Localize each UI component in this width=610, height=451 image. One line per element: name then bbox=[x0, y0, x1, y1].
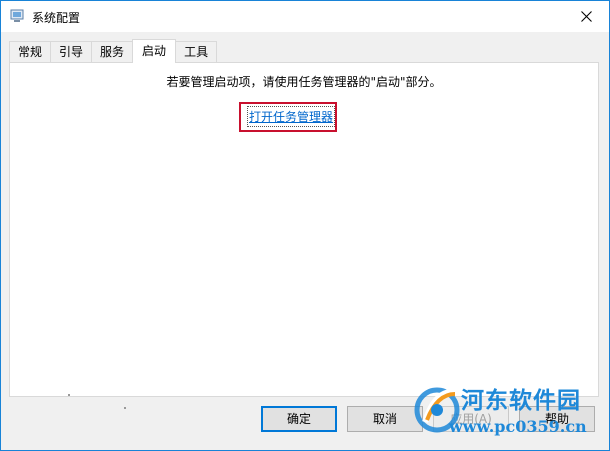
tab-strip: 常规 引导 服务 启动 工具 bbox=[9, 39, 218, 63]
tab-general[interactable]: 常规 bbox=[9, 41, 52, 62]
watermark: 河东软件园 www.pc0359.cn bbox=[409, 378, 609, 450]
artifact-dot bbox=[68, 394, 70, 396]
tab-startup[interactable]: 启动 bbox=[132, 39, 177, 63]
title-bar[interactable]: 系统配置 bbox=[1, 1, 609, 32]
close-button[interactable] bbox=[563, 1, 609, 32]
close-icon bbox=[580, 11, 592, 22]
watermark-url: www.pc0359.cn bbox=[449, 417, 587, 436]
system-config-window: 系统配置 常规 引导 服务 启动 工具 若要管理启动项，请使用任务管理器的"启动… bbox=[0, 0, 610, 451]
open-task-manager-link[interactable]: 打开任务管理器 bbox=[246, 106, 336, 127]
startup-tab-panel: 若要管理启动项，请使用任务管理器的"启动"部分。 打开任务管理器 bbox=[9, 62, 599, 409]
artifact-dot bbox=[124, 407, 126, 409]
window-title: 系统配置 bbox=[32, 11, 81, 25]
tab-services[interactable]: 服务 bbox=[91, 41, 134, 62]
ok-button[interactable]: 确定 bbox=[261, 406, 337, 432]
watermark-brand: 河东软件园 bbox=[461, 388, 581, 414]
msconfig-app-icon bbox=[10, 9, 24, 22]
tab-boot[interactable]: 引导 bbox=[50, 41, 93, 62]
startup-message: 若要管理启动项，请使用任务管理器的"启动"部分。 bbox=[166, 75, 442, 89]
tab-tools[interactable]: 工具 bbox=[175, 41, 218, 62]
